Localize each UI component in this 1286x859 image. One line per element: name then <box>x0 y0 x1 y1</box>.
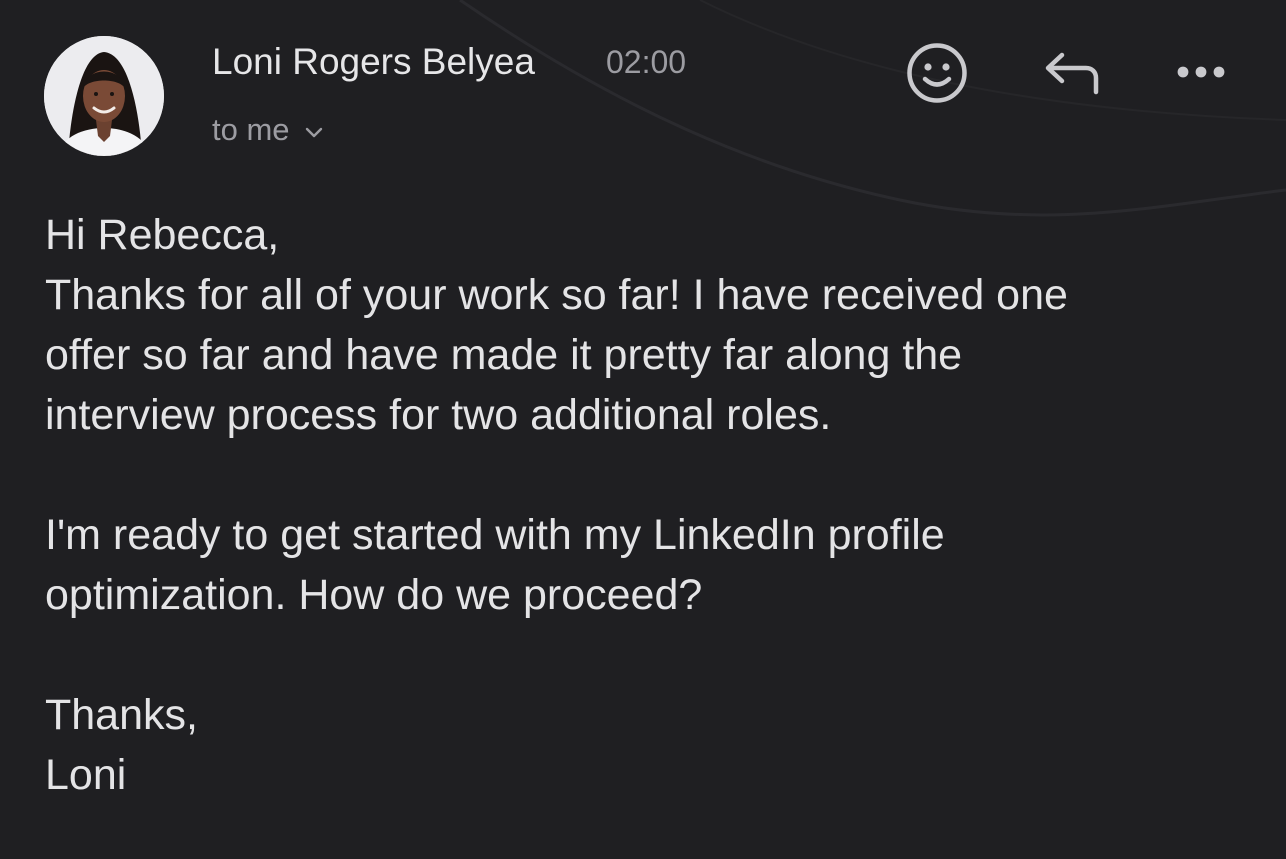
greeting: Hi Rebecca, <box>45 211 280 259</box>
reply-button[interactable] <box>1036 44 1106 102</box>
add-reaction-button[interactable] <box>904 40 970 106</box>
sender-photo <box>44 36 164 156</box>
body-line: interview process for two additional rol… <box>45 391 832 439</box>
recipient-toggle[interactable]: to me <box>212 110 324 150</box>
chevron-down-icon <box>304 110 324 150</box>
reply-icon <box>1045 52 1099 95</box>
body-line: optimization. How do we proceed? <box>45 571 703 619</box>
body-line: I'm ready to get started with my LinkedI… <box>45 511 945 559</box>
smiley-icon <box>907 43 967 103</box>
more-icon <box>1177 66 1225 78</box>
body-line: offer so far and have made it pretty far… <box>45 331 963 379</box>
closing: Thanks, <box>45 691 198 739</box>
message-body: Hi Rebecca, Thanks for all of your work … <box>45 205 1265 805</box>
sender-avatar[interactable] <box>44 36 164 156</box>
recipient-label: to me <box>212 112 290 147</box>
more-options-button[interactable] <box>1168 50 1234 94</box>
sender-name[interactable]: Loni Rogers Belyea <box>212 40 535 84</box>
message-time: 02:00 <box>606 44 687 80</box>
body-line: Thanks for all of your work so far! I ha… <box>45 271 1068 319</box>
signature: Loni <box>45 751 127 799</box>
